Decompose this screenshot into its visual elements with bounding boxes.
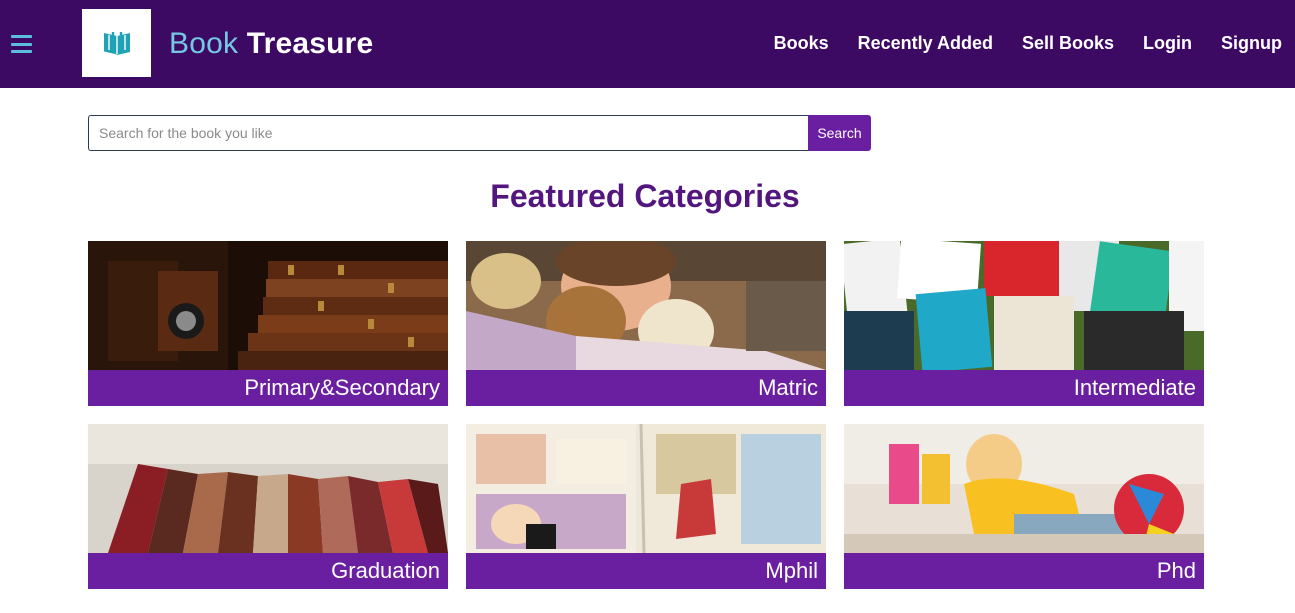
nav-login[interactable]: Login — [1143, 31, 1192, 55]
top-navbar: Book Treasure Books Recently Added Sell … — [0, 0, 1295, 88]
search-input[interactable] — [88, 115, 808, 151]
category-image — [466, 241, 826, 370]
featured-categories-heading: Featured Categories — [490, 178, 800, 214]
category-image — [844, 424, 1204, 553]
category-label: Graduation — [88, 553, 448, 589]
nav-signup[interactable]: Signup — [1221, 31, 1282, 55]
category-label: Primary&Secondary — [88, 370, 448, 406]
category-card-mphil[interactable]: Mphil — [466, 424, 826, 589]
search-button[interactable]: Search — [808, 115, 871, 151]
category-image — [88, 241, 448, 370]
open-book-icon — [103, 30, 130, 56]
category-card-intermediate[interactable]: Intermediate — [844, 241, 1204, 406]
category-card-matric[interactable]: Matric — [466, 241, 826, 406]
category-card-phd[interactable]: Phd — [844, 424, 1204, 589]
category-label: Mphil — [466, 553, 826, 589]
nav-recently-added[interactable]: Recently Added — [858, 31, 993, 55]
search-bar: Search — [88, 115, 871, 151]
main-nav: Books Recently Added Sell Books Login Si… — [745, 31, 1282, 55]
nav-books[interactable]: Books — [774, 31, 829, 55]
nav-sell-books[interactable]: Sell Books — [1022, 31, 1114, 55]
category-card-graduation[interactable]: Graduation — [88, 424, 448, 589]
category-image — [466, 424, 826, 553]
category-label: Matric — [466, 370, 826, 406]
brand-first-word: Book — [169, 27, 239, 60]
category-label: Phd — [844, 553, 1204, 589]
brand-name[interactable]: Book Treasure — [169, 26, 373, 62]
hamburger-icon[interactable] — [11, 35, 32, 53]
category-image — [88, 424, 448, 553]
brand-second-word: Treasure — [246, 27, 374, 60]
category-label: Intermediate — [844, 370, 1204, 406]
category-image — [844, 241, 1204, 370]
site-logo[interactable] — [82, 9, 151, 77]
category-card-primary-secondary[interactable]: Primary&Secondary — [88, 241, 448, 406]
